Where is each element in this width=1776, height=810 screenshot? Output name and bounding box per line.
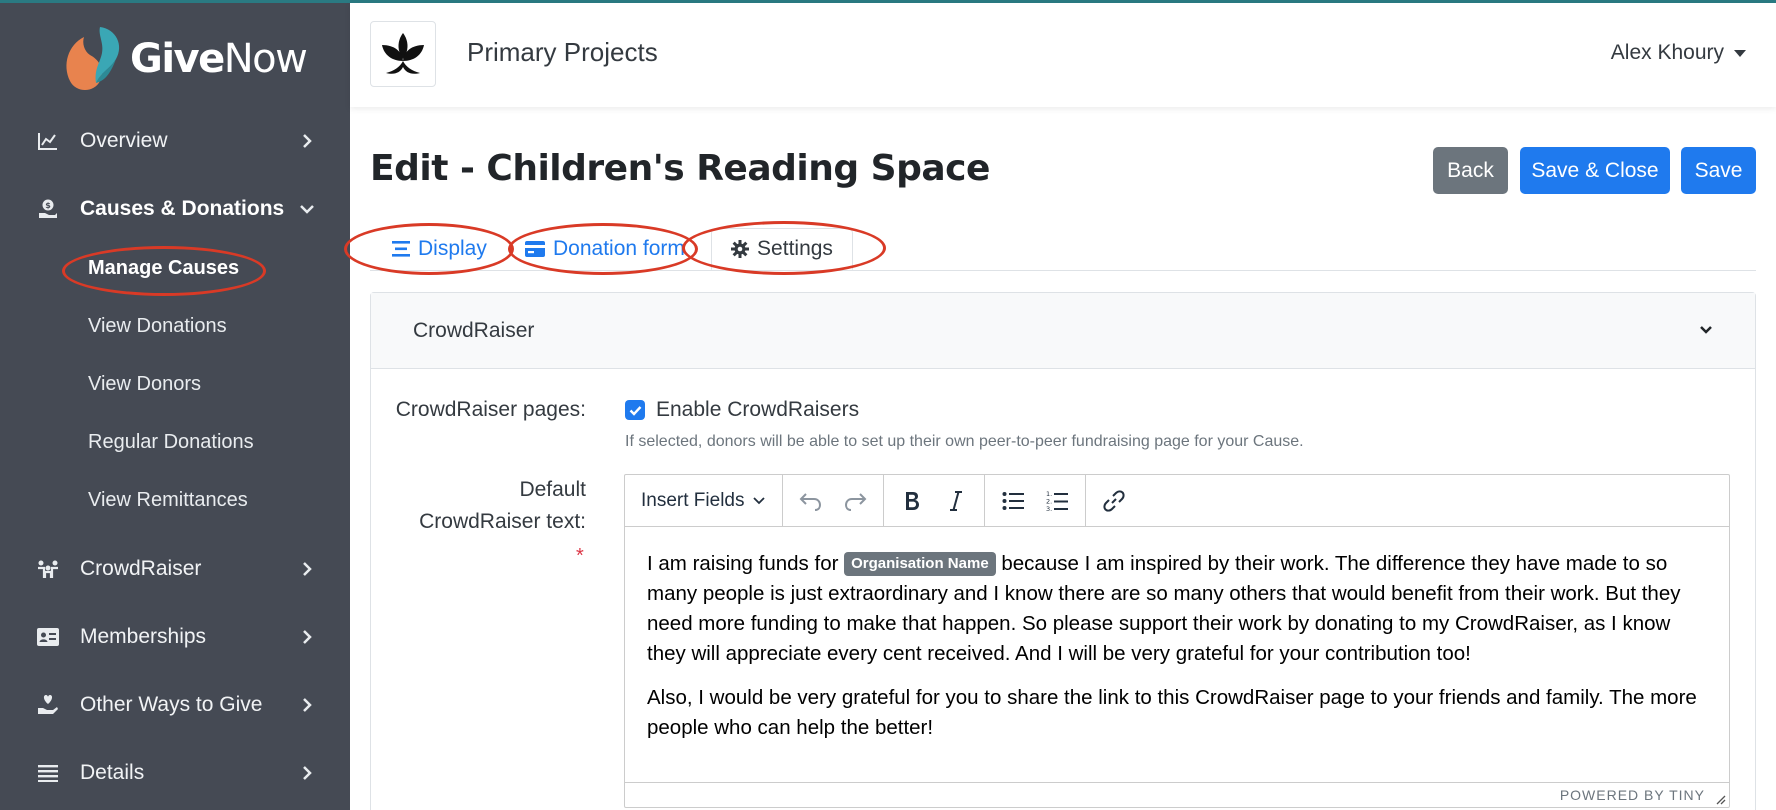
- givenow-logo-icon: [66, 27, 120, 90]
- chevron-down-icon: [1700, 326, 1712, 334]
- toolbar-group-history: [783, 474, 885, 527]
- sidebar-item-details[interactable]: Details: [0, 745, 350, 801]
- editor-paragraph: I am raising funds for Organisation Name…: [647, 549, 1707, 669]
- sidebar-subitem-manage-causes[interactable]: Manage Causes: [88, 253, 239, 283]
- insert-fields-dropdown[interactable]: Insert Fields: [635, 490, 772, 512]
- chevron-right-icon: [303, 562, 312, 576]
- italic-icon: [950, 490, 963, 511]
- chevron-right-icon: [303, 698, 312, 712]
- checkmark-icon: [629, 405, 641, 416]
- sidebar: GiveNow Overview $ Causes & Donations Ma…: [0, 3, 350, 810]
- merge-tag-organisation-name[interactable]: Organisation Name: [844, 552, 996, 576]
- default-text-label-line1: Default: [519, 478, 586, 501]
- tab-display[interactable]: Display: [392, 228, 487, 270]
- card-title: CrowdRaiser: [413, 319, 535, 342]
- caret-down-icon: [1734, 49, 1746, 57]
- people-group-icon: [36, 557, 60, 581]
- italic-button[interactable]: [938, 483, 974, 519]
- editor-toolbar: Insert Fields 1. 2. 3.: [625, 474, 1729, 527]
- list-icon: [36, 761, 60, 785]
- organisation-name: Primary Projects: [467, 37, 658, 67]
- save-close-button[interactable]: Save & Close: [1520, 147, 1670, 194]
- insert-fields-label: Insert Fields: [641, 489, 745, 511]
- bullet-list-icon: [1002, 491, 1025, 510]
- numbered-list-button[interactable]: 1. 2. 3.: [1039, 483, 1075, 519]
- enable-crowdraisers-checkbox[interactable]: [625, 400, 645, 420]
- link-icon: [1103, 489, 1126, 512]
- crowdraiser-pages-label: CrowdRaiser pages:: [395, 398, 586, 421]
- enable-crowdraisers-label[interactable]: Enable CrowdRaisers: [656, 398, 859, 422]
- organisation-logo: [370, 21, 436, 87]
- editor-paragraph: Also, I would be very grateful for you t…: [647, 686, 1697, 739]
- help-text: If selected, donors will be able to set …: [625, 433, 1304, 450]
- id-card-icon: [36, 625, 60, 649]
- numbered-list-icon: 1.2.3.: [1046, 490, 1069, 512]
- tab-label: Display: [418, 237, 487, 260]
- sidebar-item-label: Causes & Donations: [80, 197, 285, 220]
- bold-button[interactable]: [894, 483, 930, 519]
- sidebar-item-crowdraiser[interactable]: CrowdRaiser: [0, 541, 350, 597]
- chevron-right-icon: [303, 766, 312, 780]
- editor-statusbar: POWERED BY TINY: [625, 782, 1729, 808]
- toolbar-group-format: [884, 474, 986, 527]
- sidebar-item-label: CrowdRaiser: [80, 557, 202, 580]
- line-chart-icon: [36, 129, 60, 153]
- chevron-right-icon: [303, 134, 312, 148]
- givenow-logo[interactable]: GiveNow: [60, 23, 308, 95]
- sidebar-item-overview[interactable]: Overview: [0, 113, 350, 169]
- redo-button[interactable]: [837, 483, 873, 519]
- editor-text: I am raising funds for: [647, 552, 845, 575]
- toolbar-group-insert: Insert Fields: [625, 474, 784, 527]
- resize-handle-icon[interactable]: [1714, 793, 1726, 805]
- donation-hand-icon: $: [36, 197, 60, 221]
- rich-text-editor: Insert Fields 1. 2. 3. I am raising fund…: [624, 474, 1730, 808]
- editor-content[interactable]: I am raising funds for Organisation Name…: [625, 527, 1729, 782]
- tabs-divider: [370, 270, 1756, 271]
- chevron-down-icon: [300, 205, 314, 214]
- leaf-logo-icon: [382, 33, 424, 74]
- sidebar-item-other-ways-to-give[interactable]: Other Ways to Give: [0, 677, 350, 733]
- bold-icon: [906, 491, 920, 510]
- required-marker: *: [576, 545, 584, 567]
- insert-link-button[interactable]: [1096, 483, 1132, 519]
- hand-heart-icon: [36, 693, 60, 717]
- toolbar-group-link: [1086, 475, 1142, 527]
- sidebar-item-label: Details: [80, 761, 145, 784]
- redo-icon: [845, 492, 867, 511]
- top-header: Primary Projects Alex Khoury: [350, 3, 1776, 107]
- tab-label: Donation form: [553, 237, 685, 260]
- align-icon: [392, 241, 410, 257]
- card-header[interactable]: CrowdRaiser: [371, 293, 1755, 369]
- default-text-label-line2: CrowdRaiser text:: [419, 510, 586, 533]
- user-menu[interactable]: Alex Khoury: [1611, 41, 1746, 65]
- bullet-list-button[interactable]: [995, 483, 1031, 519]
- tab-settings[interactable]: Settings: [711, 228, 853, 270]
- sidebar-subitem-view-remittances[interactable]: View Remittances: [88, 485, 248, 515]
- svg-text:3.: 3.: [1046, 505, 1052, 512]
- sidebar-subitem-regular-donations[interactable]: Regular Donations: [88, 427, 254, 457]
- credit-card-icon: [525, 241, 545, 257]
- tab-label: Settings: [757, 237, 833, 260]
- undo-button[interactable]: [793, 483, 829, 519]
- tab-donation-form[interactable]: Donation form: [525, 228, 685, 270]
- svg-text:$: $: [45, 201, 51, 210]
- sidebar-item-label: Overview: [80, 129, 168, 152]
- sidebar-subitem-view-donations[interactable]: View Donations: [88, 311, 227, 341]
- undo-icon: [800, 492, 822, 511]
- toolbar-group-lists: 1. 2. 3.: [985, 474, 1087, 527]
- givenow-logo-text: GiveNow: [130, 36, 308, 82]
- save-button[interactable]: Save: [1681, 147, 1756, 194]
- page-title: Edit - Children's Reading Space: [370, 148, 990, 189]
- user-name: Alex Khoury: [1610, 41, 1724, 64]
- sidebar-subitem-view-donors[interactable]: View Donors: [88, 369, 201, 399]
- gear-icon: [731, 240, 750, 258]
- powered-by-tiny-link[interactable]: POWERED BY TINY: [1560, 787, 1705, 803]
- sidebar-item-memberships[interactable]: Memberships: [0, 609, 350, 665]
- sidebar-item-label: Other Ways to Give: [80, 693, 263, 716]
- sidebar-item-causes-donations[interactable]: $ Causes & Donations: [0, 181, 350, 237]
- chevron-right-icon: [303, 630, 312, 644]
- chevron-down-icon: [753, 496, 766, 504]
- back-button[interactable]: Back: [1433, 147, 1508, 194]
- sidebar-item-label: Memberships: [80, 625, 207, 648]
